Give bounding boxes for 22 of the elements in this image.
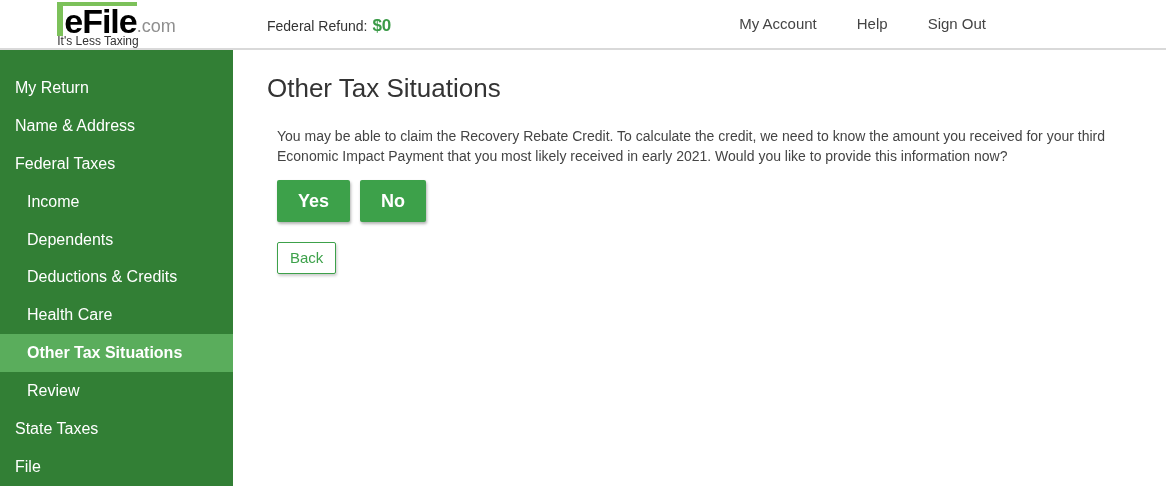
page-title: Other Tax Situations — [267, 72, 502, 104]
sidebar-item[interactable]: Deductions & Credits — [0, 258, 233, 297]
logo[interactable]: eFile.com It's Less Taxing — [0, 0, 233, 48]
sidebar-item[interactable]: State Taxes — [0, 410, 233, 449]
sidebar-item[interactable]: Dependents — [0, 220, 233, 259]
nav-link[interactable]: My Account — [739, 12, 817, 36]
sidebar-item[interactable]: Federal Taxes — [0, 144, 233, 183]
nav-link[interactable]: Help — [856, 12, 888, 36]
back-button[interactable]: Back — [277, 242, 337, 274]
answer-button[interactable]: Yes — [277, 180, 351, 222]
sidebar-item[interactable]: Health Care — [0, 296, 233, 335]
refund-amount: $0 — [372, 15, 392, 38]
sidebar-item[interactable]: Other Tax Situations — [0, 334, 233, 373]
sidebar-item[interactable]: File — [0, 448, 233, 486]
message-text: You may be able to claim the Recovery Rebate Credit. To calculate the credit, we need to know the amount you received for your third Economic Impact Payment that you most likely received in early 2021. Would you like to provide this information now? — [277, 127, 1106, 166]
answer-button[interactable]: No — [360, 180, 427, 222]
nav-link[interactable]: Sign Out — [927, 12, 986, 36]
sidebar-item[interactable]: Income — [0, 182, 233, 221]
sidebar-item[interactable]: Review — [0, 372, 233, 411]
sidebar-item[interactable]: Name & Address — [0, 106, 233, 145]
refund-label: Federal Refund: — [267, 16, 368, 36]
sidebar-item[interactable]: My Return — [0, 69, 233, 107]
